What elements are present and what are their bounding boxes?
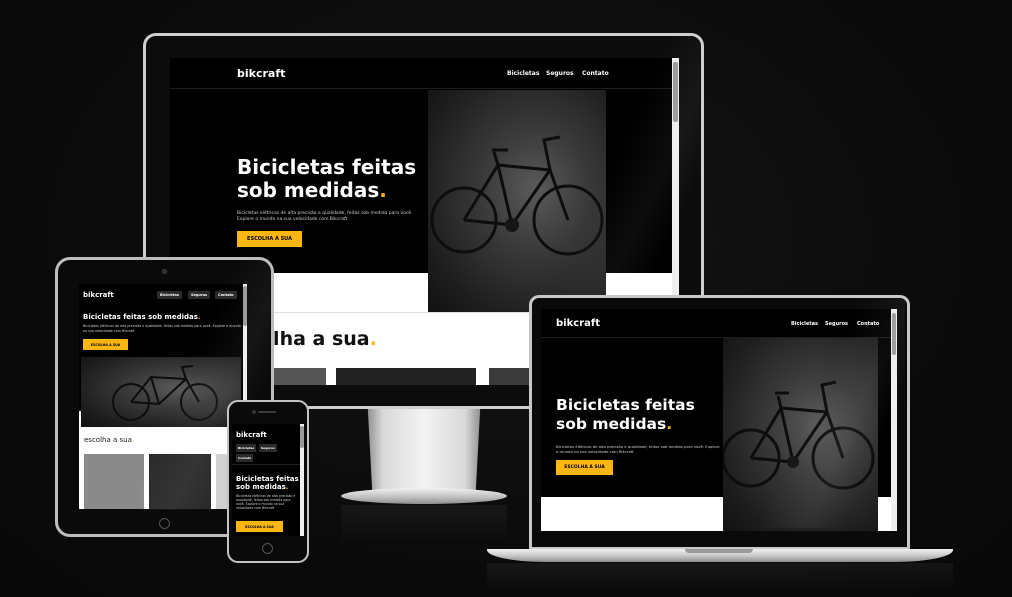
- laptop-nav-seguros[interactable]: Seguros: [825, 321, 848, 327]
- tablet-scroll-thumb[interactable]: [243, 286, 247, 326]
- phone-camera: [252, 410, 256, 414]
- phone-logo[interactable]: bikcraft: [236, 431, 267, 439]
- laptop-nav-bicicletas[interactable]: Bicicletas: [791, 321, 818, 327]
- laptop-screen: bikcraft Bicicletas Seguros Contato Bici…: [541, 309, 897, 531]
- laptop-bike-illustration: [723, 380, 875, 490]
- phone-screen: bikcraft Bicicletas Seguros Contato Bici…: [232, 424, 304, 536]
- phone-nav-seguros[interactable]: Seguros: [259, 444, 277, 452]
- product-thumb-1[interactable]: [266, 368, 326, 385]
- nav-link-bicicletas[interactable]: Bicicletas: [507, 70, 539, 77]
- hero-title-line1: Bicicletas feitas: [237, 155, 417, 179]
- cta-button[interactable]: ESCOLHA A SUA: [237, 231, 302, 247]
- tablet-hero-dot: .: [197, 313, 201, 321]
- tablet-bike-photo-overlay: [81, 357, 241, 427]
- tablet-choose-dot: .: [131, 436, 135, 444]
- monitor-scroll-thumb[interactable]: [673, 62, 678, 122]
- phone-speaker: [258, 411, 276, 413]
- laptop-hero-description: Bicicletas elétricas de alta precisão e …: [556, 444, 720, 454]
- phone-nav-contato[interactable]: Contato: [236, 454, 254, 462]
- phone-hero-dot: .: [285, 483, 289, 491]
- tablet-choose-title: escolha a sua.: [84, 436, 134, 444]
- responsive-mockup-scene: bikcraft Bicicletas Seguros Contato Bici…: [0, 0, 1012, 597]
- laptop-reflection: [487, 563, 953, 593]
- phone-hero-line2: sob medidas: [236, 483, 286, 491]
- laptop-hero-dot: .: [666, 415, 673, 433]
- tablet-screen: bikcraft Bicicletas Seguros Contato Bici…: [79, 284, 247, 509]
- hero-title-line2: sob medidas: [237, 178, 380, 202]
- laptop-hero-line2: sob medidas: [556, 415, 667, 433]
- monitor-stand-foot: [341, 488, 507, 504]
- phone-cta-button[interactable]: ESCOLHA A SUA: [236, 521, 283, 532]
- phone-hero-line1: Bicicletas feitas: [236, 475, 299, 483]
- laptop-nav-contato[interactable]: Contato: [857, 321, 879, 327]
- monitor-reflection: [341, 505, 507, 545]
- laptop-scroll-thumb[interactable]: [892, 313, 896, 355]
- choose-title-dot: .: [369, 328, 377, 350]
- phone-hero-description: Bicicletas elétricas de alta precisão e …: [236, 494, 296, 510]
- bike-illustration: [430, 135, 604, 256]
- tablet-nav-bicicletas[interactable]: Bicicletas: [157, 291, 182, 299]
- laptop-hero-line1: Bicicletas feitas: [556, 396, 695, 414]
- tablet-nav-seguros[interactable]: Seguros: [188, 291, 211, 299]
- phone-header-divider: [232, 464, 304, 465]
- nav-link-contato[interactable]: Contato: [582, 70, 609, 77]
- laptop-logo[interactable]: bikcraft: [556, 318, 600, 329]
- phone-scroll-thumb[interactable]: [300, 426, 304, 448]
- tablet-cta-button[interactable]: ESCOLHA A SUA: [83, 339, 128, 350]
- tablet-nav-contato[interactable]: Contato: [215, 291, 237, 299]
- nav-link-seguros[interactable]: Seguros: [546, 70, 574, 77]
- phone-hero-title: Bicicletas feitas sob medidas.: [236, 475, 302, 491]
- laptop-content-section: [541, 497, 723, 531]
- phone-nav-bicicletas[interactable]: Bicicletas: [236, 444, 257, 452]
- tablet-hero-title-text: Bicicletas feitas sob medidas: [83, 313, 198, 321]
- laptop-bike-photo: [723, 338, 878, 531]
- hero-title: Bicicletas feitas sob medidas.: [237, 156, 437, 202]
- phone-home-button[interactable]: [262, 543, 273, 554]
- product-thumb-2[interactable]: [336, 368, 476, 385]
- tablet-product-2[interactable]: [149, 454, 211, 509]
- hero-title-dot: .: [379, 178, 387, 202]
- tablet-bike-illustration-2: [112, 365, 218, 421]
- laptop-hero-title: Bicicletas feitas sob medidas.: [556, 396, 726, 434]
- tablet-hero-title: Bicicletas feitas sob medidas.: [83, 313, 243, 321]
- tablet-logo[interactable]: bikcraft: [83, 291, 114, 299]
- choose-section-title: olha a sua.: [260, 328, 377, 350]
- tablet-choose-title-text: escolha a sua: [84, 436, 132, 444]
- choose-title-text: olha a sua: [260, 328, 370, 350]
- tablet-hero-description: Bicicletas elétricas de alta precisão e …: [83, 324, 241, 333]
- tablet-product-1[interactable]: [84, 454, 144, 509]
- tablet-home-button[interactable]: [159, 518, 170, 529]
- bike-photo: [428, 90, 606, 312]
- laptop-cta-button[interactable]: ESCOLHA A SUA: [556, 460, 613, 475]
- laptop-trackpad-notch: [685, 549, 753, 553]
- hero-description: Bicicletas elétricas de alta precisão e …: [237, 211, 413, 222]
- site-logo[interactable]: bikcraft: [237, 67, 285, 80]
- tablet-camera: [162, 269, 167, 274]
